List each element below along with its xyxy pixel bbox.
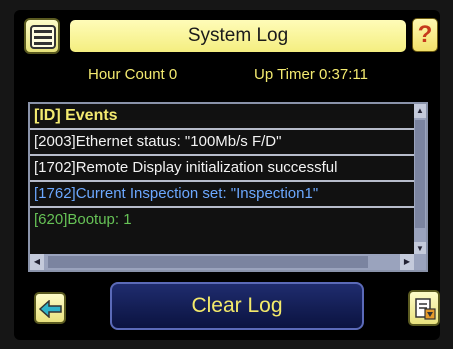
menu-icon [30,25,56,49]
vertical-scrollbar[interactable]: ▲ ▼ [414,104,426,256]
save-log-icon [415,298,436,320]
event-log-list[interactable]: [ID] Events [2003]Ethernet status: "100M… [28,102,428,272]
page-title: System Log [70,20,406,52]
scroll-right-icon[interactable]: ▶ [400,254,414,270]
up-timer: Up Timer 0:37:11 [254,66,368,83]
scroll-up-icon[interactable]: ▲ [414,104,426,118]
help-icon: ? [417,21,433,48]
horizontal-scroll-thumb[interactable] [48,256,368,268]
save-log-button[interactable] [408,290,440,326]
back-button[interactable] [34,292,66,324]
system-log-screen: System Log ? Hour Count 0 Up Timer 0:37:… [14,10,440,340]
menu-button[interactable] [24,18,60,54]
vertical-scroll-thumb[interactable] [415,120,425,228]
log-row[interactable]: [2003]Ethernet status: "100Mb/s F/D" [30,130,416,156]
log-column-header: [ID] Events [30,104,416,130]
clear-log-button[interactable]: Clear Log [110,282,364,330]
horizontal-scrollbar[interactable]: ◀ ▶ [30,254,426,270]
scroll-left-icon[interactable]: ◀ [30,254,44,270]
status-row: Hour Count 0 Up Timer 0:37:11 [14,66,440,84]
log-row[interactable]: [620]Bootup: 1 [30,208,416,234]
back-arrow-icon [39,300,62,318]
hour-count: Hour Count 0 [88,66,178,83]
help-button[interactable]: ? [412,18,438,52]
log-row[interactable]: [1762]Current Inspection set: "Inspectio… [30,182,416,208]
log-row[interactable]: [1702]Remote Display initialization succ… [30,156,416,182]
